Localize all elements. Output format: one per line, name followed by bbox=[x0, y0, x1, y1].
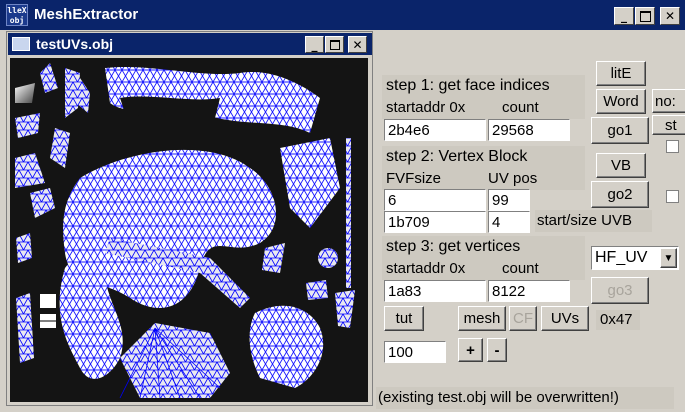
uv-pos-input[interactable]: 99 bbox=[488, 189, 530, 211]
option-checkbox-2[interactable] bbox=[666, 190, 679, 203]
vb-button[interactable]: VB bbox=[596, 153, 646, 178]
uv-format-value: HF_UV bbox=[595, 249, 648, 266]
lite-button[interactable]: litE bbox=[596, 61, 646, 86]
step1-heading: step 1: get face indices bbox=[386, 77, 550, 94]
go3-button[interactable]: go3 bbox=[591, 277, 649, 304]
start-size-uvb-label: start/size UVB bbox=[535, 210, 652, 232]
select-dropdown-button[interactable]: ▼ bbox=[660, 248, 677, 268]
child-maximize-button[interactable] bbox=[325, 36, 344, 53]
zoom-input[interactable]: 100 bbox=[384, 341, 446, 363]
hex-value-label: 0x47 bbox=[596, 310, 640, 330]
child-window-title: testUVs.obj bbox=[36, 36, 114, 52]
minus-button[interactable]: - bbox=[487, 338, 507, 362]
cf-button[interactable]: CF bbox=[509, 306, 537, 331]
minimize-icon: _ bbox=[311, 37, 318, 52]
step3-count-input[interactable]: 8122 bbox=[488, 280, 570, 302]
uvb-size-input[interactable]: 4 bbox=[488, 211, 530, 233]
tut-button[interactable]: tut bbox=[384, 306, 424, 331]
mesh-button[interactable]: mesh bbox=[458, 306, 506, 331]
plus-button[interactable]: + bbox=[458, 338, 483, 362]
child-close-button[interactable]: ✕ bbox=[348, 36, 367, 53]
status-message: (existing test.obj will be overwritten!) bbox=[376, 387, 674, 409]
uvb-start-input[interactable]: 1b709 bbox=[384, 211, 486, 233]
minimize-icon: _ bbox=[621, 9, 627, 23]
uvs-button[interactable]: UVs bbox=[541, 306, 589, 331]
step1-addr-label: startaddr 0x bbox=[386, 99, 466, 116]
close-button[interactable]: ✕ bbox=[660, 7, 680, 25]
close-icon: ✕ bbox=[352, 37, 363, 52]
go2-button[interactable]: go2 bbox=[591, 181, 649, 208]
word-button[interactable]: Word bbox=[596, 89, 646, 114]
app-icon: lleX obj bbox=[6, 4, 28, 26]
step2-uv-label: UV pos bbox=[488, 170, 538, 187]
maximize-button[interactable] bbox=[635, 7, 655, 25]
step2-heading: step 2: Vertex Block bbox=[386, 148, 528, 165]
chevron-down-icon: ▼ bbox=[663, 252, 674, 264]
close-icon: ✕ bbox=[664, 9, 676, 23]
maximize-icon bbox=[329, 39, 340, 50]
minimize-button[interactable]: _ bbox=[614, 7, 634, 25]
no-button[interactable]: no: bbox=[652, 89, 685, 113]
step3-addr-input[interactable]: 1a83 bbox=[384, 280, 486, 302]
child-minimize-button[interactable]: _ bbox=[305, 36, 324, 53]
step1-addr-input[interactable]: 2b4e6 bbox=[384, 119, 486, 141]
uv-mesh-view[interactable] bbox=[10, 58, 368, 402]
step3-addr-label: startaddr 0x bbox=[386, 260, 466, 277]
go1-button[interactable]: go1 bbox=[591, 117, 649, 144]
fvf-size-input[interactable]: 6 bbox=[384, 189, 486, 211]
step1-count-input[interactable]: 29568 bbox=[488, 119, 570, 141]
uv-mesh-drawing bbox=[15, 63, 355, 399]
option-checkbox-1[interactable] bbox=[666, 140, 679, 153]
step1-count-label: count bbox=[502, 99, 539, 116]
step2-fvf-label: FVFsize bbox=[386, 170, 442, 187]
maximize-icon bbox=[639, 10, 651, 22]
window-title: MeshExtractor bbox=[34, 6, 139, 23]
st-button[interactable]: st bbox=[652, 115, 685, 135]
document-icon bbox=[12, 37, 30, 51]
step3-heading: step 3: get vertices bbox=[386, 238, 521, 255]
step3-count-label: count bbox=[502, 260, 539, 277]
